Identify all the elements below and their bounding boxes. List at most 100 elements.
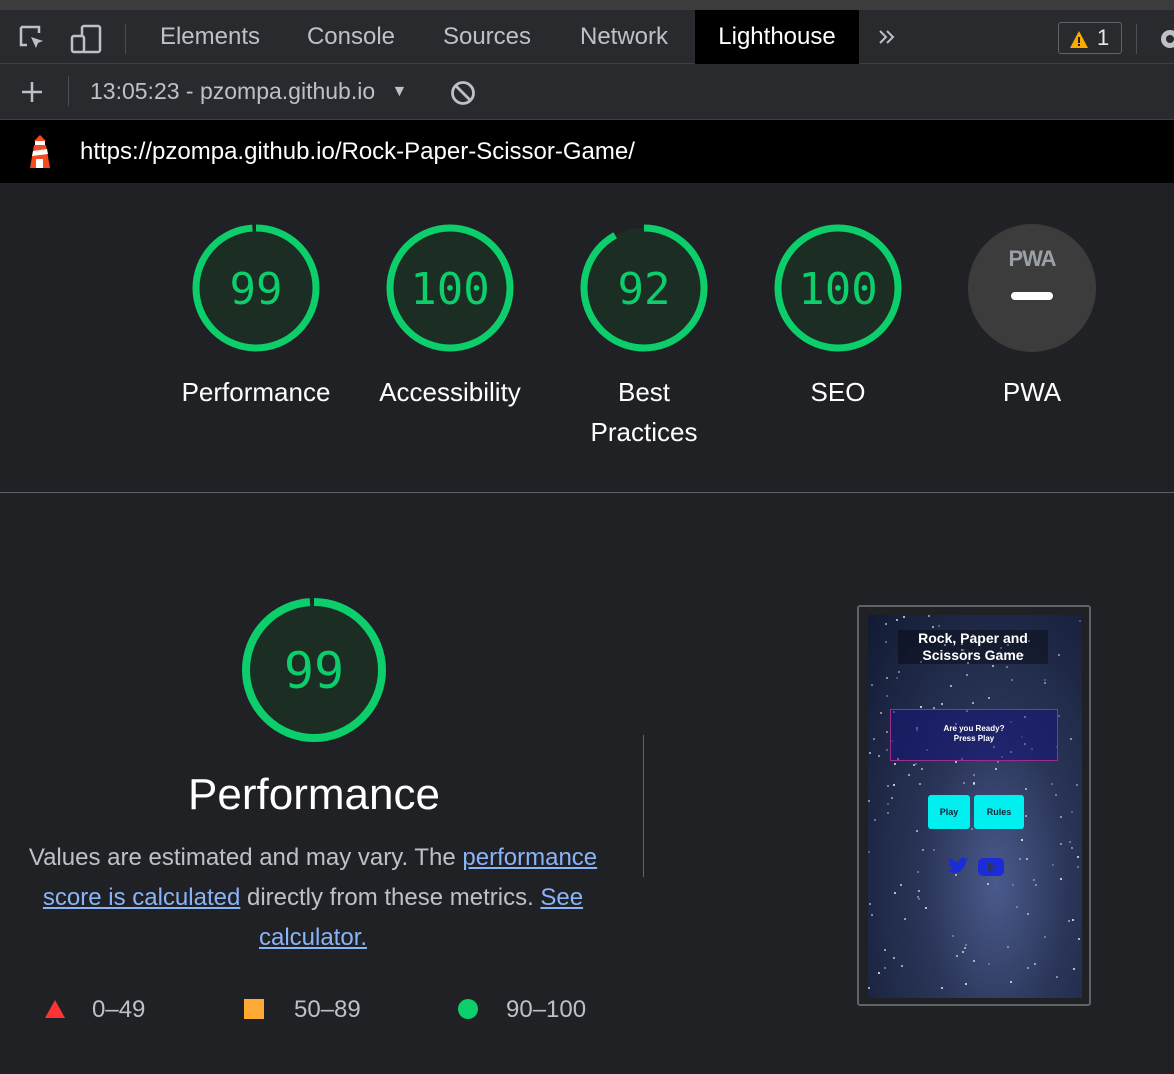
star-dot [893,957,895,959]
thumbnail-play-button: Play [928,795,970,829]
star-dot [1051,783,1053,785]
report-url[interactable]: https://pzompa.github.io/Rock-Paper-Scis… [80,138,635,166]
star-dot [887,785,889,787]
star-dot [887,803,889,805]
pwa-label: PWA [1002,377,1062,407]
legend-pass-range: 90–100 [506,996,587,1023]
circle-icon [458,999,478,1019]
star-dot [962,951,964,953]
star-dot [873,738,875,740]
gauge-label: Best Practices [544,372,744,452]
star-dot [1011,679,1013,681]
final-screenshot-thumbnail[interactable]: Rock, Paper and Scissors Game Are you Re… [857,605,1091,1006]
star-dot [1044,679,1046,681]
score-gauge[interactable]: 100 [772,222,904,354]
pwa-badge-text: PWA [1008,246,1056,271]
star-dot [871,684,873,686]
star-dot [901,965,903,967]
star-dot [963,782,965,784]
star-dot [908,774,910,776]
star-dot [965,983,967,985]
screenshot-image: Rock, Paper and Scissors Game Are you Re… [868,615,1082,998]
legend-fail-range: 0–49 [92,996,146,1023]
star-dot [1078,938,1080,940]
plus-icon[interactable] [20,80,44,109]
tab-console[interactable]: Console [290,10,412,64]
device-toggle-icon[interactable] [70,24,104,59]
star-dot [1071,847,1073,849]
gauge-score: 100 [798,264,877,315]
youtube-icon [977,857,1005,882]
star-dot [886,677,888,679]
chevron-double-right-icon[interactable] [876,26,898,53]
legend-average: 50–89 [244,996,361,1024]
tab-lighthouse[interactable]: Lighthouse [695,10,859,64]
star-dot [988,697,990,699]
pwa-gauge[interactable]: PWA [968,224,1096,352]
warning-icon [1069,28,1089,58]
star-dot [928,615,930,617]
star-dot [1026,858,1028,860]
star-dot [1044,936,1046,938]
star-dot [922,849,924,851]
star-dot [896,619,898,621]
star-dot [869,903,871,905]
dropdown-arrow-icon: ▼ [391,83,408,100]
star-dot [988,963,990,965]
tab-elements[interactable]: Elements [140,10,280,64]
star-dot [868,987,870,989]
star-dot [886,695,888,697]
star-dot [964,947,966,949]
star-dot [1068,920,1070,922]
star-dot [1058,654,1060,656]
star-dot [874,819,876,821]
star-dot [920,706,922,708]
star-dot [1025,815,1027,817]
score-gauge[interactable]: 99 [190,222,322,354]
star-dot [992,665,994,667]
star-dot [886,731,888,733]
star-dot [973,782,975,784]
star-dot [1055,794,1057,796]
star-dot [1027,967,1029,969]
gauge-label: SEO [810,377,866,407]
star-dot [1035,884,1037,886]
warning-badge[interactable]: 1 [1058,22,1122,54]
thumbnail-box-line1: Are you Ready? [943,724,1005,733]
score-gauge[interactable]: 100 [384,222,516,354]
star-dot [1010,981,1012,983]
star-dot [1058,715,1060,717]
star-dot [891,797,893,799]
report-selector-label: 13:05:23 - pzompa.github.io [90,78,376,104]
star-dot [904,918,906,920]
star-dot [918,890,920,892]
tab-sources[interactable]: Sources [425,10,549,64]
inspect-element-icon[interactable] [18,24,48,59]
star-dot [885,641,887,643]
thumbnail-rules-button: Rules [974,795,1024,829]
thumbnail-ready-box: Are you Ready? Press Play [890,709,1058,761]
desc-text-2: directly from these metrics. [240,884,541,911]
star-dot [1070,738,1072,740]
pwa-dash-icon [1011,292,1053,300]
legend-pass: 90–100 [458,996,586,1024]
star-dot [913,764,915,766]
star-dot [1077,866,1079,868]
gear-icon[interactable] [1155,24,1174,59]
star-dot [916,830,918,832]
star-dot [1052,864,1054,866]
star-dot [869,752,871,754]
star-dot [1060,878,1062,880]
score-gauge[interactable]: 92 [578,222,710,354]
warning-count: 1 [1097,25,1110,50]
gauge-label: Accessibility [379,377,521,407]
star-dot [894,892,896,894]
star-dot [973,960,975,962]
tab-network[interactable]: Network [560,10,688,64]
star-dot [885,623,887,625]
star-dot [868,800,870,802]
star-dot [1027,913,1029,915]
report-selector[interactable]: 13:05:23 - pzompa.github.io ▼ [90,78,407,105]
block-icon[interactable] [450,80,476,111]
star-dot [893,784,895,786]
